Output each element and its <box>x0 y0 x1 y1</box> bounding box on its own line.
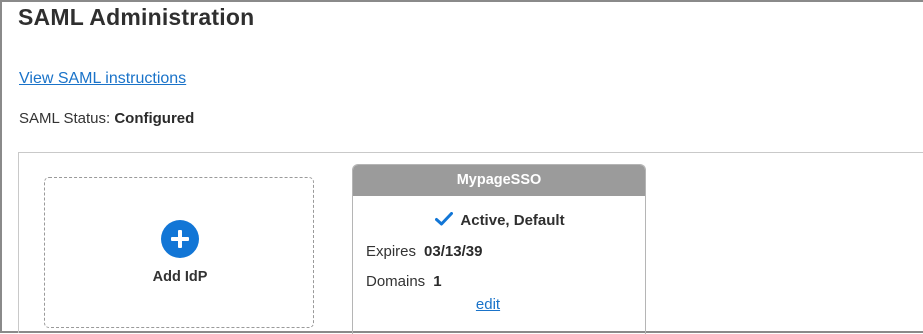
view-saml-instructions-link[interactable]: View SAML instructions <box>19 70 186 88</box>
page-title: SAML Administration <box>18 4 255 30</box>
idp-card: MypageSSO Active, Default Expires 03/13/3… <box>352 164 646 334</box>
idp-domains: Domains 1 <box>366 273 442 290</box>
plus-circle-icon <box>161 220 199 258</box>
saml-status-label: SAML Status: <box>19 110 111 127</box>
saml-status-value: Configured <box>114 110 195 127</box>
domains-label: Domains <box>366 273 426 290</box>
expires-value: 03/13/39 <box>424 243 483 260</box>
idp-state-text: Active, Default <box>460 212 565 229</box>
idp-state: Active, Default <box>353 212 645 229</box>
edit-idp-link[interactable]: edit <box>353 296 623 313</box>
add-idp-button[interactable]: Add IdP <box>44 177 314 328</box>
checkmark-icon <box>435 212 454 226</box>
expires-label: Expires <box>366 243 417 260</box>
idp-card-title: MypageSSO <box>353 165 645 196</box>
add-idp-label: Add IdP <box>152 269 208 285</box>
domains-value: 1 <box>433 273 442 290</box>
idp-expires: Expires 03/13/39 <box>366 243 482 260</box>
saml-status: SAML Status: Configured <box>19 110 194 127</box>
